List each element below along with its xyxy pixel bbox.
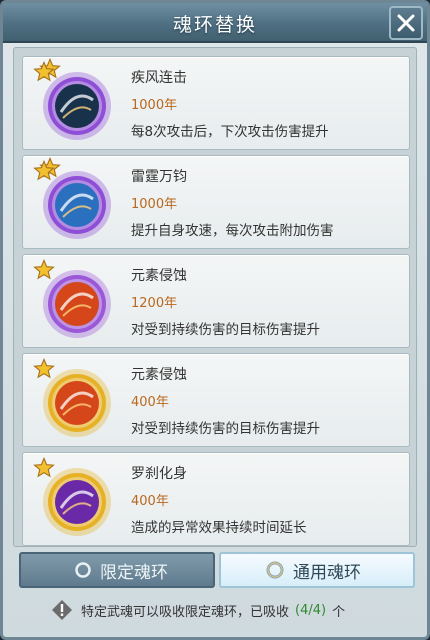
soul-ring-card[interactable]: 雷霆万钧 1000年提升自身攻速，每次攻击附加伤害 — [22, 155, 410, 249]
ring-years: 1200年 — [131, 296, 178, 311]
absorb-count: (4/4) — [295, 602, 327, 618]
ring-icon — [75, 562, 91, 578]
warning-icon — [52, 600, 72, 620]
ring-type-tabs: 限定魂环 通用魂环 — [17, 552, 417, 590]
panel-title: 魂环替换 — [172, 14, 257, 36]
skill-description: 对受到持续伤害的目标伤害提升 — [131, 421, 320, 437]
skill-name: 罗刹化身 — [131, 466, 187, 482]
absorb-notice: 特定武魂可以吸收限定魂环，已吸收 (4/4) 个 — [17, 595, 415, 625]
close-button[interactable] — [389, 6, 423, 40]
soul-ring-list: 疾风连击 1000年 每8次攻击后，下次攻击伤害提升 雷霆万钧 1000年 提升自身攻速… — [13, 47, 417, 547]
ring-years: 400年 — [131, 395, 169, 410]
star-icon — [33, 358, 55, 379]
tab-limited-rings[interactable]: 限定魂环 — [19, 552, 215, 588]
soul-ring-card[interactable]: 罗刹化身 400年造成的异常效果持续时间延长 — [22, 452, 410, 546]
star-icon — [33, 457, 55, 478]
ring-years: 1000年 — [131, 197, 178, 212]
star-icon — [33, 259, 55, 280]
star-rating — [33, 157, 61, 182]
soul-ring-card[interactable]: 元素侵蚀 400年对受到持续伤害的目标伤害提升 — [22, 353, 410, 447]
star-rating — [33, 358, 55, 380]
skill-name: 雷霆万钧 — [131, 169, 187, 185]
notice-text: 特定武魂可以吸收限定魂环，已吸收 — [81, 604, 290, 620]
tab-general-label: 通用魂环 — [293, 562, 361, 583]
star-icon — [33, 61, 55, 82]
soul-ring-card[interactable]: 元素侵蚀 1200年对受到持续伤害的目标伤害提升 — [22, 254, 410, 348]
count-unit: 个 — [332, 604, 346, 620]
ring-icon — [266, 561, 284, 579]
skill-description: 每8次攻击后，下次攻击伤害提升 — [131, 124, 329, 140]
skill-name: 元素侵蚀 — [131, 268, 187, 284]
ring-years: 400年 — [131, 494, 169, 509]
soul-ring-replace-panel: 魂环替换 疾风连击 1000年 每8次攻击后，下次攻击伤害提升 雷霆万钧 1000年提… — [0, 0, 430, 640]
star-icon — [33, 160, 55, 181]
tab-general-rings[interactable]: 通用魂环 — [219, 552, 415, 588]
ring-years: 1000年 — [131, 98, 178, 113]
star-rating — [33, 457, 55, 479]
skill-name: 疾风连击 — [131, 70, 187, 86]
skill-description: 提升自身攻速，每次攻击附加伤害 — [131, 223, 334, 239]
tab-limited-label: 限定魂环 — [100, 562, 168, 583]
close-icon — [397, 14, 415, 32]
skill-name: 元素侵蚀 — [131, 367, 187, 383]
star-rating — [33, 58, 61, 83]
skill-description: 造成的异常效果持续时间延长 — [131, 520, 307, 536]
star-rating — [33, 259, 55, 281]
soul-ring-card[interactable]: 疾风连击 1000年每8次攻击后，下次攻击伤害提升 — [22, 56, 410, 150]
panel-header: 魂环替换 — [3, 3, 427, 43]
skill-description: 对受到持续伤害的目标伤害提升 — [131, 322, 320, 338]
